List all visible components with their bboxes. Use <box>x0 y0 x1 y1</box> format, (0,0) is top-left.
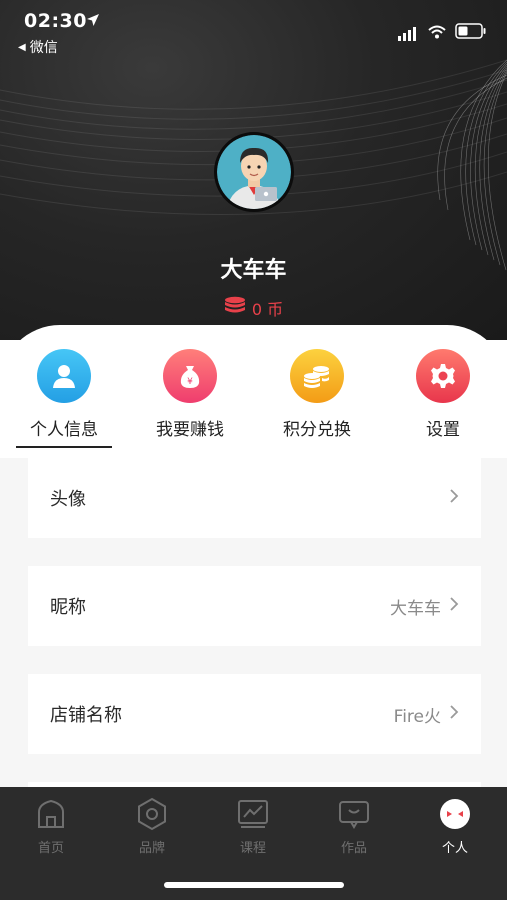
tab-label: 作品 <box>340 841 367 856</box>
profile-header: 02:30 ◀ 微信 大车车 0 币 <box>0 0 507 340</box>
quick-menu-label: 设置 <box>426 420 460 440</box>
chart-icon <box>208 795 298 833</box>
wifi-icon <box>428 24 446 43</box>
quick-menu: 个人信息 ¥ 我要赚钱 积分兑换 设置 <box>0 349 507 449</box>
tab-label: 首页 <box>37 841 64 856</box>
coin-stack-icon <box>224 296 246 320</box>
quick-menu-label: 个人信息 <box>16 415 112 448</box>
svg-text:¥: ¥ <box>187 377 193 387</box>
tab-profile[interactable]: 个人 <box>410 795 500 856</box>
row-label: 头像 <box>50 489 86 510</box>
quick-menu-points-exchange[interactable]: 积分兑换 <box>262 349 372 440</box>
tab-home[interactable]: 首页 <box>6 795 96 856</box>
row-label: 店铺名称 <box>50 705 122 726</box>
tab-label: 品牌 <box>138 841 165 856</box>
home-icon <box>6 795 96 833</box>
tab-works[interactable]: 作品 <box>309 795 399 856</box>
row-nickname[interactable]: 昵称 大车车 <box>28 566 481 646</box>
battery-icon <box>455 23 487 43</box>
gear-icon <box>416 349 470 403</box>
coin-balance: 0 币 <box>0 296 507 320</box>
profile-panel: 个人信息 ¥ 我要赚钱 积分兑换 设置 头像 昵称 大车车 店铺名称 Fire火 <box>0 325 507 802</box>
back-app-label: 微信 <box>29 40 58 56</box>
tab-label: 个人 <box>441 841 468 856</box>
location-arrow-icon <box>86 12 100 31</box>
signal-icon <box>398 26 420 45</box>
quick-menu-label: 积分兑换 <box>283 420 351 440</box>
row-avatar[interactable]: 头像 <box>28 458 481 538</box>
quick-menu-earn-money[interactable]: ¥ 我要赚钱 <box>135 349 245 440</box>
avatar[interactable] <box>214 132 294 212</box>
works-icon <box>309 795 399 833</box>
status-bar: 02:30 ◀ 微信 <box>0 0 507 60</box>
hexagon-icon <box>107 795 197 833</box>
person-icon <box>37 349 91 403</box>
tab-brand[interactable]: 品牌 <box>107 795 197 856</box>
chevron-right-icon <box>449 704 459 725</box>
profile-icon <box>410 795 500 833</box>
row-label: 昵称 <box>50 597 86 618</box>
row-value: Fire火 <box>393 706 441 727</box>
coin-balance-text: 0 币 <box>251 300 284 319</box>
row-store-name[interactable]: 店铺名称 Fire火 <box>28 674 481 754</box>
tab-course[interactable]: 课程 <box>208 795 298 856</box>
back-triangle-icon: ◀ <box>18 41 26 53</box>
coins-icon <box>290 349 344 403</box>
quick-menu-settings[interactable]: 设置 <box>388 349 498 440</box>
quick-menu-personal-info[interactable]: 个人信息 <box>9 349 119 448</box>
status-time: 02:30 <box>24 10 87 32</box>
chevron-right-icon <box>449 488 459 509</box>
quick-menu-label: 我要赚钱 <box>156 420 224 440</box>
row-value: 大车车 <box>390 598 441 619</box>
money-bag-icon: ¥ <box>163 349 217 403</box>
back-to-app-link[interactable]: ◀ 微信 <box>18 37 58 57</box>
chevron-right-icon <box>449 596 459 617</box>
profile-fields-list: 头像 昵称 大车车 店铺名称 Fire火 <box>0 458 507 802</box>
tab-label: 课程 <box>239 841 266 856</box>
home-indicator <box>164 882 344 888</box>
profile-name: 大车车 <box>220 258 287 283</box>
bottom-tab-bar: 首页 品牌 课程 作品 个人 <box>0 787 507 900</box>
